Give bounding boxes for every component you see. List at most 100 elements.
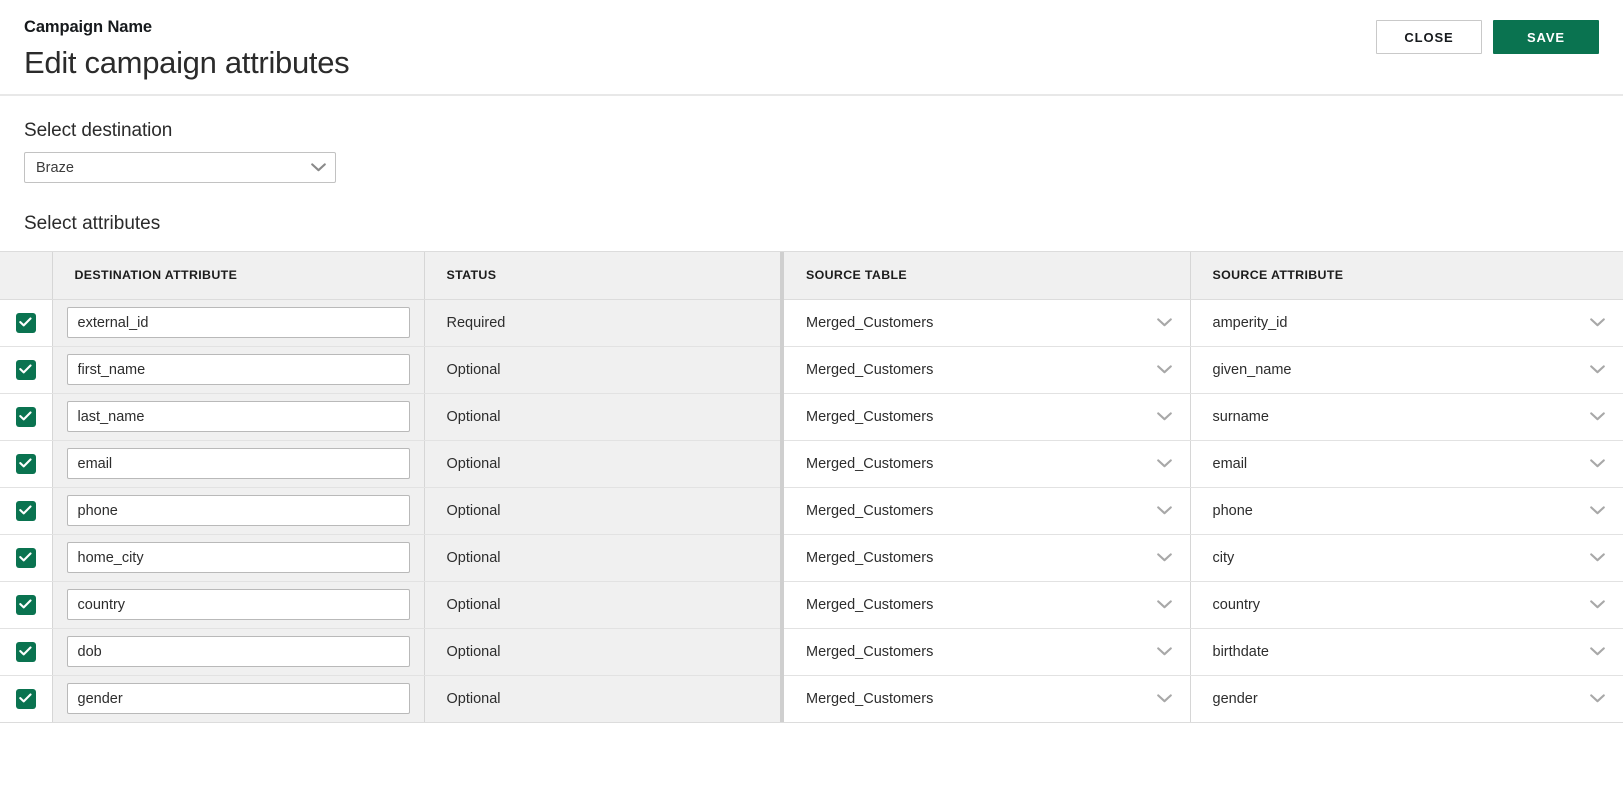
source-table-select[interactable]: Merged_Customers xyxy=(782,440,1190,487)
row-checkbox[interactable] xyxy=(16,360,36,380)
source-table-select[interactable]: Merged_Customers xyxy=(782,299,1190,346)
table-row: Optional Merged_Customerscity xyxy=(0,534,1623,581)
table-row: OptionalMerged_Customerssurname xyxy=(0,393,1623,440)
source-attribute-select[interactable]: surname xyxy=(1190,393,1623,440)
source-table-select[interactable]: Merged_Customers xyxy=(782,534,1190,581)
chevron-down-icon[interactable] xyxy=(1157,456,1172,472)
source-attribute-select[interactable]: birthdate xyxy=(1190,628,1623,675)
destination-attribute-input[interactable] xyxy=(67,542,410,573)
status-cell: Optional xyxy=(424,675,782,722)
table-row: RequiredMerged_Customers amperity_id xyxy=(0,299,1623,346)
chevron-down-icon[interactable] xyxy=(1590,456,1605,472)
source-attribute-select[interactable]: phone xyxy=(1190,487,1623,534)
row-select-cell xyxy=(0,487,52,534)
destination-select[interactable]: Braze xyxy=(24,152,336,183)
source-table-select[interactable]: Merged_Customers xyxy=(782,487,1190,534)
row-checkbox[interactable] xyxy=(16,595,36,615)
destination-attribute-cell xyxy=(52,534,424,581)
destination-section: Select destination Braze Select attribut… xyxy=(0,120,1623,235)
table-row: OptionalMerged_Customerscountry xyxy=(0,581,1623,628)
source-attribute-select[interactable]: email xyxy=(1190,440,1623,487)
status-cell: Required xyxy=(424,299,782,346)
row-checkbox[interactable] xyxy=(16,501,36,521)
chevron-down-icon[interactable] xyxy=(1157,503,1172,519)
attributes-table-wrapper: DESTINATION ATTRIBUTE STATUS SOURCE TABL… xyxy=(0,251,1623,723)
chevron-down-icon[interactable] xyxy=(1590,362,1605,378)
chevron-down-icon[interactable] xyxy=(1157,315,1172,331)
close-button[interactable]: CLOSE xyxy=(1376,20,1482,54)
source-attribute-value: phone xyxy=(1213,504,1253,519)
row-select-cell xyxy=(0,581,52,628)
column-header-source-table: SOURCE TABLE xyxy=(782,252,1190,299)
destination-attribute-input[interactable] xyxy=(67,589,410,620)
destination-attribute-input[interactable] xyxy=(67,448,410,479)
page-title: Edit campaign attributes xyxy=(24,44,1599,83)
row-select-cell xyxy=(0,628,52,675)
save-button[interactable]: SAVE xyxy=(1493,20,1599,54)
row-checkbox[interactable] xyxy=(16,642,36,662)
chevron-down-icon[interactable] xyxy=(1590,597,1605,613)
chevron-down-icon[interactable] xyxy=(1157,362,1172,378)
chevron-down-icon[interactable] xyxy=(1590,644,1605,660)
chevron-down-icon[interactable] xyxy=(1590,550,1605,566)
chevron-down-icon[interactable] xyxy=(1590,409,1605,425)
chevron-down-icon[interactable] xyxy=(1157,644,1172,660)
destination-attribute-input[interactable] xyxy=(67,354,410,385)
chevron-down-icon[interactable] xyxy=(1590,503,1605,519)
source-table-select[interactable]: Merged_Customers xyxy=(782,346,1190,393)
column-header-select xyxy=(0,252,52,299)
source-attribute-select[interactable]: amperity_id xyxy=(1190,299,1623,346)
destination-attribute-input[interactable] xyxy=(67,401,410,432)
chevron-down-icon[interactable] xyxy=(1157,691,1172,707)
source-attribute-select[interactable]: gender xyxy=(1190,675,1623,722)
source-attribute-select[interactable]: country xyxy=(1190,581,1623,628)
row-checkbox[interactable] xyxy=(16,313,36,333)
destination-attribute-cell xyxy=(52,628,424,675)
destination-attribute-input[interactable] xyxy=(67,495,410,526)
row-checkbox[interactable] xyxy=(16,454,36,474)
source-table-value: Merged_Customers xyxy=(806,504,933,519)
source-table-select[interactable]: Merged_Customers xyxy=(782,581,1190,628)
source-attribute-value: surname xyxy=(1213,410,1269,425)
check-icon xyxy=(19,549,32,567)
select-destination-label: Select destination xyxy=(24,120,1599,142)
source-attribute-select[interactable]: city xyxy=(1190,534,1623,581)
source-attribute-value: amperity_id xyxy=(1213,316,1288,331)
status-cell: Optional xyxy=(424,628,782,675)
row-checkbox[interactable] xyxy=(16,407,36,427)
check-icon xyxy=(19,314,32,332)
row-select-cell xyxy=(0,393,52,440)
source-table-select[interactable]: Merged_Customers xyxy=(782,393,1190,440)
source-table-select[interactable]: Merged_Customers xyxy=(782,675,1190,722)
row-checkbox[interactable] xyxy=(16,689,36,709)
chevron-down-icon[interactable] xyxy=(1590,691,1605,707)
source-table-select[interactable]: Merged_Customers xyxy=(782,628,1190,675)
destination-attribute-cell xyxy=(52,581,424,628)
row-checkbox[interactable] xyxy=(16,548,36,568)
chevron-down-icon[interactable] xyxy=(1157,550,1172,566)
check-icon xyxy=(19,502,32,520)
status-text: Optional xyxy=(447,504,501,519)
select-attributes-label: Select attributes xyxy=(24,213,1599,235)
table-body: RequiredMerged_Customersamperity_idOptio… xyxy=(0,299,1623,722)
destination-select-wrapper: Braze xyxy=(24,152,336,183)
header-actions: CLOSE SAVE xyxy=(1376,20,1599,54)
chevron-down-icon[interactable] xyxy=(1157,409,1172,425)
table-header: DESTINATION ATTRIBUTE STATUS SOURCE TABL… xyxy=(0,252,1623,299)
status-cell: Optional xyxy=(424,534,782,581)
source-attribute-select[interactable]: given_name xyxy=(1190,346,1623,393)
status-text: Optional xyxy=(447,551,501,566)
column-header-destination-attribute: DESTINATION ATTRIBUTE xyxy=(52,252,424,299)
check-icon xyxy=(19,455,32,473)
row-select-cell xyxy=(0,346,52,393)
table-row: OptionalMerged_Customersemail xyxy=(0,440,1623,487)
table-row: Optional Merged_Customers phone xyxy=(0,487,1623,534)
destination-attribute-input[interactable] xyxy=(67,307,410,338)
chevron-down-icon[interactable] xyxy=(1590,315,1605,331)
destination-attribute-input[interactable] xyxy=(67,636,410,667)
source-attribute-value: birthdate xyxy=(1213,645,1269,660)
chevron-down-icon[interactable] xyxy=(1157,597,1172,613)
table-row: OptionalMerged_Customers birthdate xyxy=(0,628,1623,675)
source-table-value: Merged_Customers xyxy=(806,692,933,707)
destination-attribute-input[interactable] xyxy=(67,683,410,714)
